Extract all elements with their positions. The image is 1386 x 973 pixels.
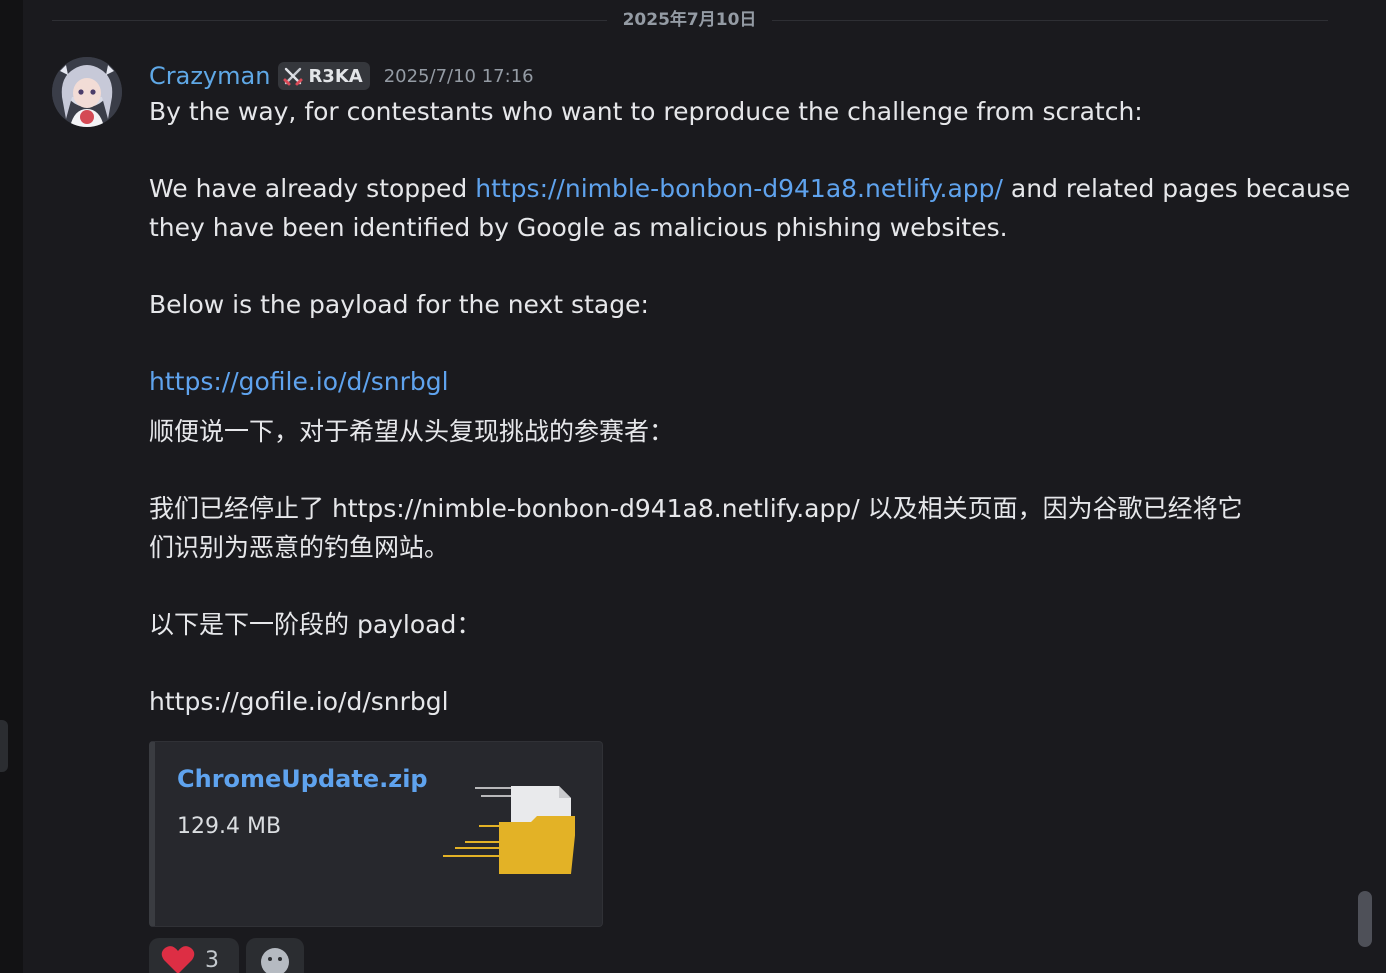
message-header: Crazyman R3KA 2025/7/10 17:16 [149,60,534,92]
message-line: https://gofile.io/d/snrbgl [149,686,449,716]
message-line: 顺便说一下，对于希望从头复现挑战的参赛者： [149,417,675,446]
server-indicator [0,720,8,772]
date-divider-line-left [52,20,607,21]
message-text: and related pages because [1002,174,1351,203]
scrollbar-thumb[interactable] [1358,891,1372,947]
file-attachment[interactable]: ChromeUpdate.zip 129.4 MB [149,741,603,927]
reaction-heart[interactable]: 3 [149,938,239,973]
date-divider: 2025年7月10日 [622,10,757,30]
message-line: 们识别为恶意的钓鱼网站。 [149,532,450,562]
guild-tag-label: R3KA [308,65,363,87]
message-timestamp[interactable]: 2025/7/10 17:16 [384,66,534,87]
message-line: 我们已经停止了 https://nimble-bonbon-d941a8.net… [149,494,1243,523]
message-line: Below is the payload for the next stage: [149,289,649,319]
add-reaction-button[interactable] [246,938,304,973]
reaction-count: 3 [205,947,219,973]
message-line: they have been identified by Google as m… [149,212,1008,242]
guild-tag[interactable]: R3KA [278,62,370,90]
phishing-site-link[interactable]: https://nimble-bonbon-d941a8.netlify.app… [475,174,1003,203]
date-divider-line-right [772,20,1328,21]
message-line: 以下是下一阶段的 payload： [149,609,482,639]
attachment-filename[interactable]: ChromeUpdate.zip [177,762,428,796]
attachment-size: 129.4 MB [177,814,282,839]
crossed-swords-icon [283,67,303,86]
gofile-link[interactable]: https://gofile.io/d/snrbgl [149,367,449,396]
message-content: By the way, for contestants who want to … [149,93,1350,721]
archive-file-icon [443,786,575,874]
message-line: We have already stopped https://nimble-b… [149,170,1350,209]
avatar[interactable] [52,57,122,127]
heart-icon [161,946,195,973]
message-line: By the way, for contestants who want to … [149,97,1143,126]
left-rail [0,0,23,973]
message-line: https://gofile.io/d/snrbgl [149,363,1309,402]
author-name[interactable]: Crazyman [149,61,270,91]
add-reaction-icon [261,948,289,973]
message-text: We have already stopped [149,174,476,203]
